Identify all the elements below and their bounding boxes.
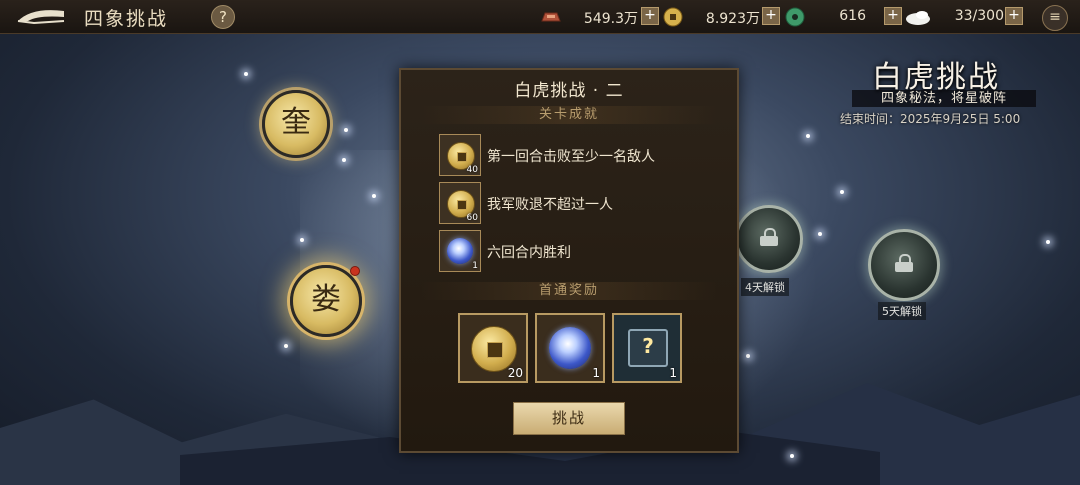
unlock-countdown-label: 5天解锁 [878,302,926,320]
locked-node-1[interactable] [735,205,803,273]
notification-dot [350,266,360,276]
achievement-text: 第一回合击败至少一名敌人 [487,149,655,165]
add-jade-button[interactable]: + [884,7,902,25]
add-copper-button[interactable]: + [641,7,659,25]
rice-icon [906,11,930,25]
item-quantity: 60 [466,213,478,223]
event-end-time: 结束时间：2025年9月25日 5:00 [840,112,1021,126]
sparkle-star [344,128,348,132]
resource-rice: 33/300 [904,7,1020,27]
jade-amount: 616 [839,8,866,24]
reward-quantity: 1 [592,366,600,380]
reward-star-orb[interactable]: 1 [535,313,605,383]
constellation-node-kui[interactable]: 奎 [262,90,330,158]
item-quantity: 1 [472,261,478,271]
sparkle-star [300,238,304,242]
menu-icon[interactable]: ≡ [1042,5,1068,31]
sparkle-star [746,354,750,358]
reward-quantity: 20 [507,366,523,380]
reward-gold-coin[interactable]: 20 [458,313,528,383]
reward-quantity: 1 [669,366,677,380]
item-quantity: 40 [466,165,478,175]
gold-coin-icon [663,7,683,27]
help-button[interactable]: ? [211,5,235,29]
event-subtitle: 四象秘法，将星破阵 [852,90,1036,107]
gold-coin-icon[interactable]: 40 [439,134,481,176]
gold-coin-icon[interactable]: 60 [439,182,481,224]
jade-icon [785,7,805,27]
achievement-text: 六回合内胜利 [487,245,571,261]
sparkle-star [840,190,844,194]
resource-copper: 549.3万 [540,7,656,27]
copper-amount: 549.3万 [583,11,638,27]
reward-mystery-chest[interactable]: ? 1 [612,313,682,383]
sparkle-star [790,454,794,458]
back-arrow-icon[interactable] [14,5,68,27]
sparkle-star [244,72,248,76]
add-rice-button[interactable]: + [1005,7,1023,25]
resource-gold: 8.923万 [662,7,778,27]
sparkle-star [284,344,288,348]
mystery-chest-icon: ? [628,329,668,367]
challenge-button[interactable]: 挑战 [513,402,625,435]
rice-amount: 33/300 [954,8,1004,24]
page-title: 四象挑战 [84,8,169,30]
add-gold-button[interactable]: + [762,7,780,25]
resource-jade: 616 [784,7,884,27]
achievements-header: 关卡成就 [421,106,717,124]
locked-node-2[interactable] [868,229,940,301]
lock-icon [895,254,913,272]
chest-question-mark: ? [642,334,654,358]
star-orb-icon[interactable]: 1 [439,230,481,272]
unlock-countdown-label: 4天解锁 [741,278,789,296]
lock-icon [760,228,778,246]
stage-detail-dialog: 白虎挑战 · 二 关卡成就 40 第一回合击败至少一名敌人 60 我军败退不超过… [399,68,739,453]
sparkle-star [372,194,376,198]
sparkle-star [818,232,822,236]
constellation-node-lou[interactable]: 娄 [290,265,362,337]
sparkle-star [1046,240,1050,244]
achievement-item: 1 六回合内胜利 [439,230,719,272]
top-bar: 四象挑战 ? 549.3万 + 8.923万 + 616 + 33/300 + … [0,0,1080,34]
rewards-header: 首通奖励 [421,282,717,300]
star-orb-icon [549,327,591,369]
copper-ingot-icon [541,12,561,22]
dialog-title: 白虎挑战 · 二 [514,81,624,101]
sparkle-star [806,134,810,138]
achievement-text: 我军败退不超过一人 [487,197,613,213]
achievement-item: 40 第一回合击败至少一名敌人 [439,134,719,176]
achievement-item: 60 我军败退不超过一人 [439,182,719,224]
sparkle-star [342,158,346,162]
gold-amount: 8.923万 [705,11,760,27]
